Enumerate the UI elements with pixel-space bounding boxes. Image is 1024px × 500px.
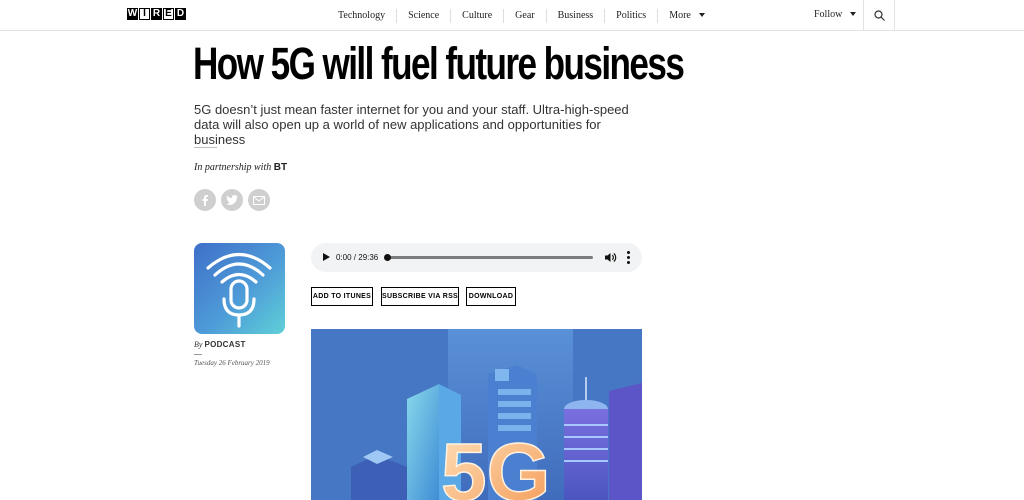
- article-headline: How 5G will fuel future business: [193, 38, 685, 89]
- hero-5g-label: 5G: [441, 427, 550, 500]
- audio-player: 0:00 / 29:36: [311, 243, 642, 272]
- section-nav: Technology Science Culture Gear Business…: [327, 0, 716, 31]
- partnership-prefix: In partnership with: [194, 162, 272, 173]
- nav-more-label: More: [669, 9, 691, 21]
- share-facebook-button[interactable]: [194, 189, 216, 211]
- download-button[interactable]: DOWNLOAD: [466, 287, 516, 306]
- facebook-icon: [202, 195, 208, 206]
- share-buttons: [194, 189, 270, 211]
- twitter-icon: [226, 195, 238, 205]
- publish-date: Tuesday 26 February 2019: [194, 359, 270, 367]
- more-options-icon[interactable]: [626, 251, 630, 264]
- logo-letter-e: E: [163, 8, 174, 20]
- chevron-down-icon: [698, 12, 705, 17]
- chevron-down-icon: [850, 12, 857, 16]
- share-email-button[interactable]: [248, 189, 270, 211]
- top-navigation: W I R E D Technology Science Culture Gea…: [0, 0, 1024, 31]
- share-twitter-button[interactable]: [221, 189, 243, 211]
- logo-letter-w: W: [127, 8, 138, 20]
- logo-letter-i: I: [139, 8, 150, 20]
- podcast-microphone-icon: [206, 253, 272, 328]
- follow-menu[interactable]: Follow: [814, 0, 857, 31]
- partnership-line: In partnership with BT: [194, 162, 287, 173]
- subscribe-rss-button[interactable]: SUBSCRIBE VIA RSS: [381, 287, 459, 306]
- byline-divider: [194, 354, 202, 355]
- logo-letter-d: D: [175, 8, 186, 20]
- divider: [194, 147, 217, 148]
- wired-logo[interactable]: W I R E D: [127, 8, 186, 20]
- audio-time: 0:00 / 29:36: [336, 253, 379, 262]
- logo-letter-r: R: [151, 8, 162, 20]
- follow-label: Follow: [814, 9, 843, 20]
- nav-link-more[interactable]: More: [657, 8, 716, 23]
- nav-link-business[interactable]: Business: [545, 8, 605, 23]
- podcast-artwork: [194, 243, 285, 334]
- article-dek: 5G doesn’t just mean faster internet for…: [194, 102, 629, 147]
- nav-link-politics[interactable]: Politics: [604, 8, 657, 23]
- audio-progress-handle[interactable]: [384, 254, 391, 261]
- audio-progress-track[interactable]: [388, 256, 593, 259]
- volume-icon[interactable]: [604, 251, 617, 264]
- search-icon: [873, 10, 885, 21]
- play-icon[interactable]: [323, 253, 330, 261]
- nav-link-culture[interactable]: Culture: [450, 8, 503, 23]
- author-link[interactable]: PODCAST: [204, 340, 245, 349]
- byline-prefix: By: [194, 340, 203, 349]
- add-to-itunes-button[interactable]: ADD TO ITUNES: [311, 287, 373, 306]
- search-button[interactable]: [863, 0, 895, 31]
- email-icon: [253, 195, 265, 205]
- 5g-city-illustration: 5G: [351, 329, 642, 500]
- nav-link-technology[interactable]: Technology: [327, 9, 396, 23]
- partner-name[interactable]: BT: [274, 162, 287, 173]
- nav-link-gear[interactable]: Gear: [503, 8, 545, 23]
- nav-link-science[interactable]: Science: [396, 8, 450, 23]
- byline: By PODCAST: [194, 340, 246, 349]
- hero-illustration: 5G: [311, 329, 642, 500]
